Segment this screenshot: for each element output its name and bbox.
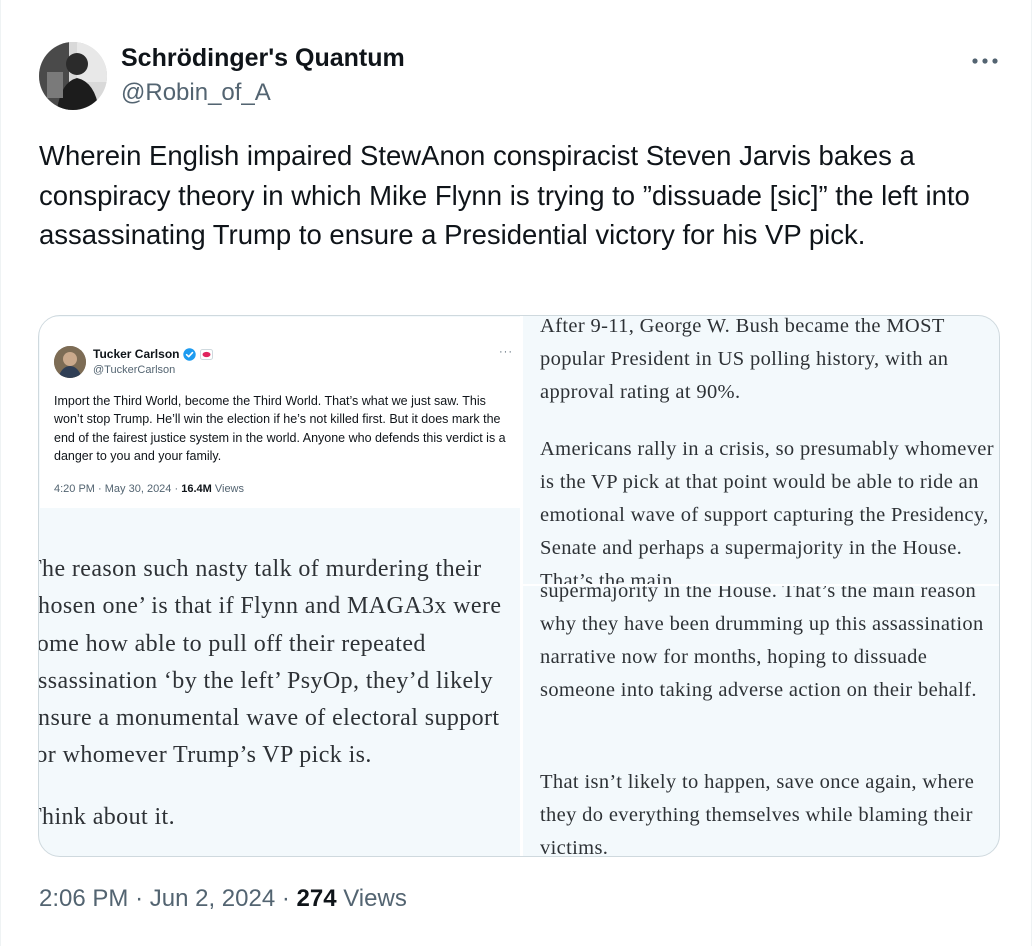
meta-separator: · (135, 885, 144, 912)
author-avatar[interactable] (39, 42, 107, 110)
author-name[interactable]: Schrödinger's Quantum (121, 44, 405, 73)
embedded-author-name-text: Tucker Carlson (93, 347, 180, 361)
left-article-text: The reason such nasty talk of murdering … (38, 551, 527, 775)
affiliate-badge-icon (200, 348, 214, 360)
embedded-tweet-meta: 4:20 PM · May 30, 2024 · 16.4M Views (54, 483, 244, 495)
verified-badge-icon (183, 347, 197, 361)
embedded-more-icon: ··· (499, 346, 513, 358)
right-upper-panel: After 9-11, George W. Bush became the MO… (523, 316, 999, 584)
embedded-separator: · (98, 483, 102, 495)
views-count: 274 (296, 885, 337, 912)
author-handle[interactable]: @Robin_of_A (121, 79, 271, 107)
left-think-text: Think about it. (38, 804, 175, 830)
right-text-middle: Americans rally in a crisis, so presumab… (540, 438, 994, 584)
more-options-button[interactable] (965, 46, 1005, 76)
tweet-text: Wherein English impaired StewAnon conspi… (39, 140, 970, 250)
left-text-line: ensure a monumental wave of electoral su… (38, 705, 500, 732)
avatar-photo (39, 42, 107, 110)
embedded-tweet-text: Import the Third World, become the Third… (54, 394, 506, 463)
embedded-date: May 30, 2024 (104, 483, 172, 495)
embedded-tweet-screenshot: Tucker Carlson @TuckerCarlson ··· Import… (40, 317, 520, 508)
right-text-bottom: supermajority in the House. That’s the m… (540, 586, 984, 701)
more-horizontal-icon (972, 58, 998, 64)
embedded-time: 4:20 PM (54, 483, 95, 495)
embedded-author-name: Tucker Carlson (93, 347, 214, 361)
tweet-image[interactable]: Tucker Carlson @TuckerCarlson ··· Import… (38, 315, 1000, 857)
tweet-date[interactable]: Jun 2, 2024 (150, 885, 275, 912)
tweet-time[interactable]: 2:06 PM (39, 885, 128, 912)
views-label: Views (343, 885, 407, 912)
tweet-card: Schrödinger's Quantum @Robin_of_A Wherei… (0, 0, 1032, 946)
embedded-separator: · (174, 483, 179, 495)
tweet-meta: 2:06 PM · Jun 2, 2024 · 274 Views (39, 885, 407, 913)
right-lower-panel: supermajority in the House. That’s the m… (523, 586, 999, 857)
embedded-views-label: Views (214, 483, 245, 495)
left-text-line: assassination ‘by the left’ PsyOp, they’… (38, 667, 494, 694)
left-text-line: some how able to pull off their repeated (38, 630, 426, 657)
right-text-top: After 9-11, George W. Bush became the MO… (540, 316, 949, 403)
right-text-end: That isn’t likely to happen, save once a… (540, 771, 975, 857)
left-text-line: for whomever Trump’s VP pick is. (38, 742, 372, 769)
embedded-avatar-photo (54, 346, 86, 378)
embedded-views-count: 16.4M (181, 483, 212, 495)
meta-separator: · (281, 885, 290, 912)
left-text-line: The reason such nasty talk of murdering … (38, 556, 482, 582)
embedded-avatar (54, 346, 86, 378)
embedded-author-handle: @TuckerCarlson (93, 364, 176, 376)
left-text-line: chosen one’ is that if Flynn and MAGA3x … (38, 593, 502, 620)
